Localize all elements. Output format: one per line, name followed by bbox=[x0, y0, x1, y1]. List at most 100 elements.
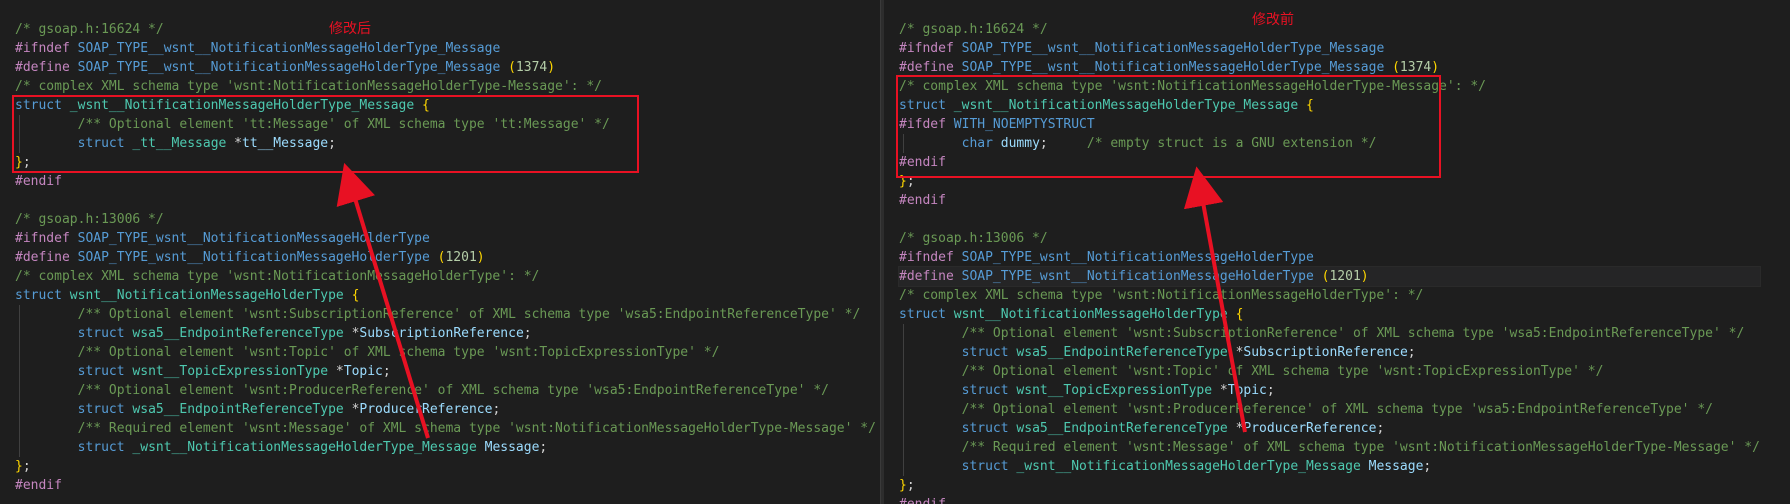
code-token: wsnt__TopicExpressionType bbox=[132, 364, 336, 379]
code-token: ) bbox=[476, 250, 485, 265]
code-line[interactable]: #define SOAP_TYPE__wsnt__NotificationMes… bbox=[15, 58, 876, 77]
code-token: #define bbox=[899, 269, 962, 284]
code-token: /* gsoap.h:13006 */ bbox=[899, 231, 1048, 246]
code-token: ProducerReference bbox=[359, 402, 493, 417]
code-token: Topic bbox=[343, 364, 383, 379]
code-line[interactable]: #ifndef SOAP_TYPE__wsnt__NotificationMes… bbox=[15, 39, 876, 58]
code-token: /** Optional element 'wsnt:Topic' of XML… bbox=[77, 345, 720, 360]
code-line[interactable]: /* gsoap.h:13006 */ bbox=[899, 229, 1760, 248]
code-line[interactable]: struct wsnt__TopicExpressionType *Topic; bbox=[15, 362, 876, 381]
code-line[interactable]: /** Optional element 'wsnt:SubscriptionR… bbox=[899, 324, 1760, 343]
code-line[interactable]: #endif bbox=[15, 476, 876, 495]
code-token: struct bbox=[77, 440, 133, 455]
code-token: 1201 bbox=[1329, 269, 1361, 284]
code-token: SOAP_TYPE__wsnt__NotificationMessageHold… bbox=[961, 41, 1385, 56]
code-token: wsnt__TopicExpressionType bbox=[1016, 383, 1220, 398]
code-token: SOAP_TYPE_wsnt__NotificationMessageHolde… bbox=[961, 250, 1314, 265]
code-token: SOAP_TYPE_wsnt__NotificationMessageHolde… bbox=[77, 231, 430, 246]
code-line[interactable]: #define SOAP_TYPE_wsnt__NotificationMess… bbox=[898, 266, 1761, 287]
code-token: wsa5__EndpointReferenceType bbox=[132, 326, 352, 341]
code-token: SOAP_TYPE_wsnt__NotificationMessageHolde… bbox=[961, 269, 1322, 284]
code-token: #endif bbox=[899, 193, 946, 208]
code-token: /* complex XML schema type 'wsnt:Notific… bbox=[15, 79, 602, 94]
code-line[interactable]: /** Optional element 'wsnt:Topic' of XML… bbox=[15, 343, 876, 362]
code-line[interactable]: /** Optional element 'wsnt:ProducerRefer… bbox=[899, 400, 1760, 419]
code-token: /* complex XML schema type 'wsnt:Notific… bbox=[899, 288, 1424, 303]
code-token: ; bbox=[523, 326, 532, 341]
code-line[interactable]: struct wsnt__NotificationMessageHolderTy… bbox=[899, 305, 1760, 324]
code-token: wsnt__NotificationMessageHolderType bbox=[953, 307, 1236, 322]
code-line[interactable]: /** Optional element 'wsnt:SubscriptionR… bbox=[15, 305, 876, 324]
code-token: #define bbox=[15, 60, 78, 75]
indent-guide bbox=[903, 324, 904, 476]
code-line[interactable]: /** Optional element 'wsnt:ProducerRefer… bbox=[15, 381, 876, 400]
code-line[interactable]: /** Required element 'wsnt:Message' of X… bbox=[899, 438, 1760, 457]
code-token: ( bbox=[1392, 60, 1400, 75]
code-token: struct bbox=[15, 288, 70, 303]
code-line[interactable]: struct wsa5__EndpointReferenceType *Subs… bbox=[15, 324, 876, 343]
code-token: struct bbox=[77, 364, 133, 379]
code-token: ) bbox=[1360, 269, 1369, 284]
code-token: SOAP_TYPE__wsnt__NotificationMessageHold… bbox=[961, 60, 1393, 75]
code-line[interactable]: /* gsoap.h:13006 */ bbox=[15, 210, 876, 229]
code-token: { bbox=[351, 288, 360, 303]
code-line[interactable]: struct wsa5__EndpointReferenceType *Prod… bbox=[899, 419, 1760, 438]
code-line[interactable]: /* gsoap.h:16624 */ bbox=[15, 20, 876, 39]
code-token: /** Required element 'wsnt:Message' of X… bbox=[961, 440, 1760, 455]
code-token: /* gsoap.h:13006 */ bbox=[15, 212, 164, 227]
code-token: /* gsoap.h:16624 */ bbox=[15, 22, 164, 37]
code-block-after[interactable]: /* gsoap.h:16624 */ #ifndef SOAP_TYPE__ws… bbox=[15, 20, 876, 495]
code-line[interactable]: /* gsoap.h:16624 */ bbox=[899, 20, 1760, 39]
code-token: ; bbox=[1407, 345, 1416, 360]
code-line[interactable]: #ifndef SOAP_TYPE_wsnt__NotificationMess… bbox=[15, 229, 876, 248]
code-line[interactable]: }; bbox=[899, 476, 1760, 495]
code-token: struct bbox=[899, 307, 954, 322]
code-line[interactable]: /** Required element 'wsnt:Message' of X… bbox=[15, 419, 876, 438]
code-line[interactable]: struct wsnt__NotificationMessageHolderTy… bbox=[15, 286, 876, 305]
editor-pane-after[interactable]: /* gsoap.h:16624 */ #ifndef SOAP_TYPE__ws… bbox=[0, 0, 880, 504]
code-line[interactable]: struct _wsnt__NotificationMessageHolderT… bbox=[15, 438, 876, 457]
code-token: ( bbox=[508, 60, 516, 75]
code-line[interactable]: struct wsa5__EndpointReferenceType *Subs… bbox=[899, 343, 1760, 362]
code-line[interactable] bbox=[15, 191, 876, 210]
code-line[interactable]: #define SOAP_TYPE_wsnt__NotificationMess… bbox=[15, 248, 876, 267]
label-before: 修改前 bbox=[1252, 12, 1294, 28]
code-line[interactable]: struct wsa5__EndpointReferenceType *Prod… bbox=[15, 400, 876, 419]
code-token: ; bbox=[22, 459, 31, 474]
code-line[interactable]: #ifndef SOAP_TYPE_wsnt__NotificationMess… bbox=[899, 248, 1760, 267]
code-token: struct bbox=[961, 421, 1017, 436]
code-line[interactable]: struct _wsnt__NotificationMessageHolderT… bbox=[899, 457, 1760, 476]
code-token: ; bbox=[382, 364, 391, 379]
highlight-box-before bbox=[896, 75, 1441, 178]
code-line[interactable]: }; bbox=[15, 457, 876, 476]
code-line[interactable]: #endif bbox=[899, 495, 1760, 504]
code-line[interactable]: /* complex XML schema type 'wsnt:Notific… bbox=[899, 286, 1760, 305]
code-token: /* gsoap.h:16624 */ bbox=[899, 22, 1048, 37]
code-token: Topic bbox=[1227, 383, 1267, 398]
editor-pane-before[interactable]: /* gsoap.h:16624 */ #ifndef SOAP_TYPE__ws… bbox=[884, 0, 1790, 504]
code-token: wsa5__EndpointReferenceType bbox=[1016, 421, 1236, 436]
code-token: ) bbox=[1431, 60, 1440, 75]
code-token: } bbox=[15, 459, 23, 474]
code-token: #endif bbox=[15, 478, 62, 493]
code-token: struct bbox=[77, 402, 133, 417]
code-line[interactable] bbox=[899, 210, 1760, 229]
code-line[interactable]: /* complex XML schema type 'wsnt:Notific… bbox=[15, 77, 876, 96]
code-line[interactable]: #endif bbox=[899, 191, 1760, 210]
code-token: SOAP_TYPE__wsnt__NotificationMessageHold… bbox=[77, 41, 501, 56]
code-line[interactable]: #endif bbox=[15, 172, 876, 191]
label-after: 修改后 bbox=[329, 21, 371, 37]
code-line[interactable]: struct wsnt__TopicExpressionType *Topic; bbox=[899, 381, 1760, 400]
code-line[interactable]: #ifndef SOAP_TYPE__wsnt__NotificationMes… bbox=[899, 39, 1760, 58]
code-line[interactable]: /** Optional element 'wsnt:Topic' of XML… bbox=[899, 362, 1760, 381]
code-token: _wsnt__NotificationMessageHolderType_Mes… bbox=[132, 440, 485, 455]
code-token: #ifndef bbox=[899, 41, 962, 56]
code-token: ; bbox=[906, 478, 915, 493]
code-line[interactable]: /* complex XML schema type 'wsnt:Notific… bbox=[15, 267, 876, 286]
